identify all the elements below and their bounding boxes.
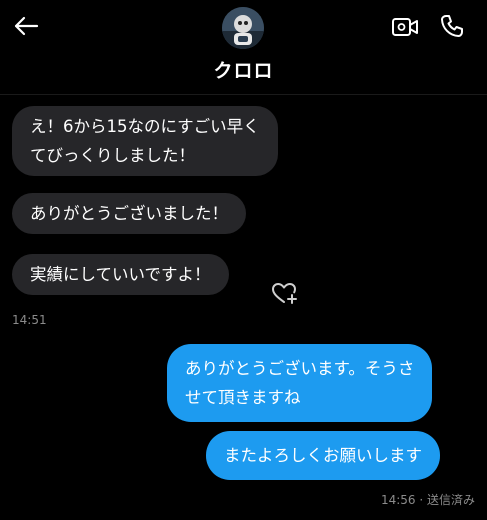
incoming-message[interactable]: ありがとうございました！ xyxy=(12,193,246,234)
arrow-left-icon xyxy=(14,16,39,36)
message-line: またよろしくお願いします xyxy=(224,446,422,465)
message-line: せて頂きますね xyxy=(185,388,301,407)
message-line: てびっくりしました！ xyxy=(30,146,195,165)
message-line: え！6から15なのにすごい早く xyxy=(30,117,260,136)
contact-name[interactable]: クロロ xyxy=(0,56,487,83)
heart-plus-icon xyxy=(272,283,297,304)
react-button[interactable] xyxy=(270,280,300,306)
incoming-message[interactable]: 実績にしていいですよ！ xyxy=(12,254,229,295)
avatar[interactable] xyxy=(222,7,264,49)
outgoing-status: 14:56 · 送信済み xyxy=(380,493,475,507)
video-camera-icon xyxy=(392,18,418,36)
incoming-message[interactable]: え！6から15なのにすごい早く てびっくりしました！ xyxy=(12,106,278,176)
video-call-button[interactable] xyxy=(390,14,420,40)
chat-header: クロロ xyxy=(0,0,487,95)
message-line: ありがとうございます。そうさ xyxy=(185,359,415,378)
message-line: 実績にしていいですよ！ xyxy=(30,265,211,284)
voice-call-button[interactable] xyxy=(437,11,467,41)
outgoing-message[interactable]: またよろしくお願いします xyxy=(206,431,440,480)
incoming-timestamp: 14:51 xyxy=(12,313,47,327)
phone-icon xyxy=(441,15,463,37)
outgoing-message[interactable]: ありがとうございます。そうさ せて頂きますね xyxy=(167,344,433,422)
avatar-image xyxy=(222,7,264,49)
message-line: ありがとうございました！ xyxy=(30,204,228,223)
back-button[interactable] xyxy=(10,12,42,40)
